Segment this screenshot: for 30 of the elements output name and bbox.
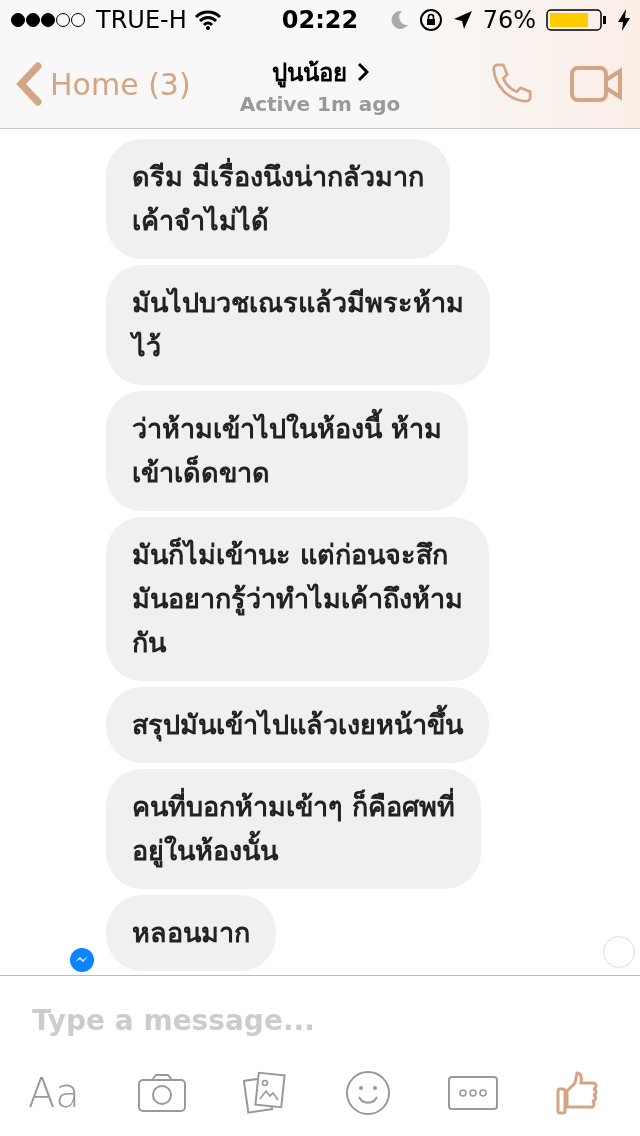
battery-percent: 76% xyxy=(482,6,536,34)
read-receipt-icon xyxy=(602,935,636,969)
message-bubble: หลอนมาก xyxy=(106,895,276,971)
active-status: Active 1m ago xyxy=(239,91,401,116)
message-bubble: ดรีม มีเรื่องนึงน่ากลัวมาก เค้าจำไม่ได้ xyxy=(106,139,451,259)
chevron-right-icon xyxy=(356,62,369,82)
location-arrow-icon xyxy=(452,10,473,30)
battery-icon xyxy=(546,8,608,32)
rotation-lock-icon xyxy=(418,8,443,32)
back-button[interactable]: Home (3) xyxy=(16,62,219,106)
messenger-icon xyxy=(69,947,95,973)
message-bubble: คนที่บอกห้ามเข้าๆ ก็คือศพที่ อยู่ในห้องนั้น xyxy=(106,769,482,889)
thumbs-up-icon[interactable] xyxy=(556,1070,600,1115)
carrier-name: TRUE-H xyxy=(96,6,187,34)
clock-time: 02:22 xyxy=(281,6,359,34)
more-icon[interactable] xyxy=(448,1075,499,1110)
contact-name[interactable]: ปูนน้อย xyxy=(271,52,369,92)
message-bubble: สรุปมันเข้าไปแล้วเงยหน้าขึ้น xyxy=(106,687,489,763)
video-camera-icon[interactable] xyxy=(570,64,624,104)
charging-icon xyxy=(618,9,630,31)
camera-icon[interactable] xyxy=(137,1073,186,1112)
photo-gallery-icon[interactable] xyxy=(243,1070,288,1115)
message-bubble: มันก็ไม่เข้านะ แต่ก่อนจะสึก มันอยากรู้ว่าทำไมเค้าถึงห้าม กัน xyxy=(106,517,489,681)
text-format-button[interactable]: Aa xyxy=(28,1069,80,1116)
message-bubble: มันไปบวชเณรแล้วมีพระห้าม ไว้ xyxy=(106,265,490,385)
message-bubble: ว่าห้ามเข้าไปในห้องนี้ ห้าม เข้าเด็ดขาด xyxy=(106,391,469,511)
wifi-icon xyxy=(194,10,221,30)
back-chevron-icon xyxy=(16,62,42,106)
signal-icon xyxy=(10,12,88,28)
smiley-icon[interactable] xyxy=(344,1069,391,1116)
